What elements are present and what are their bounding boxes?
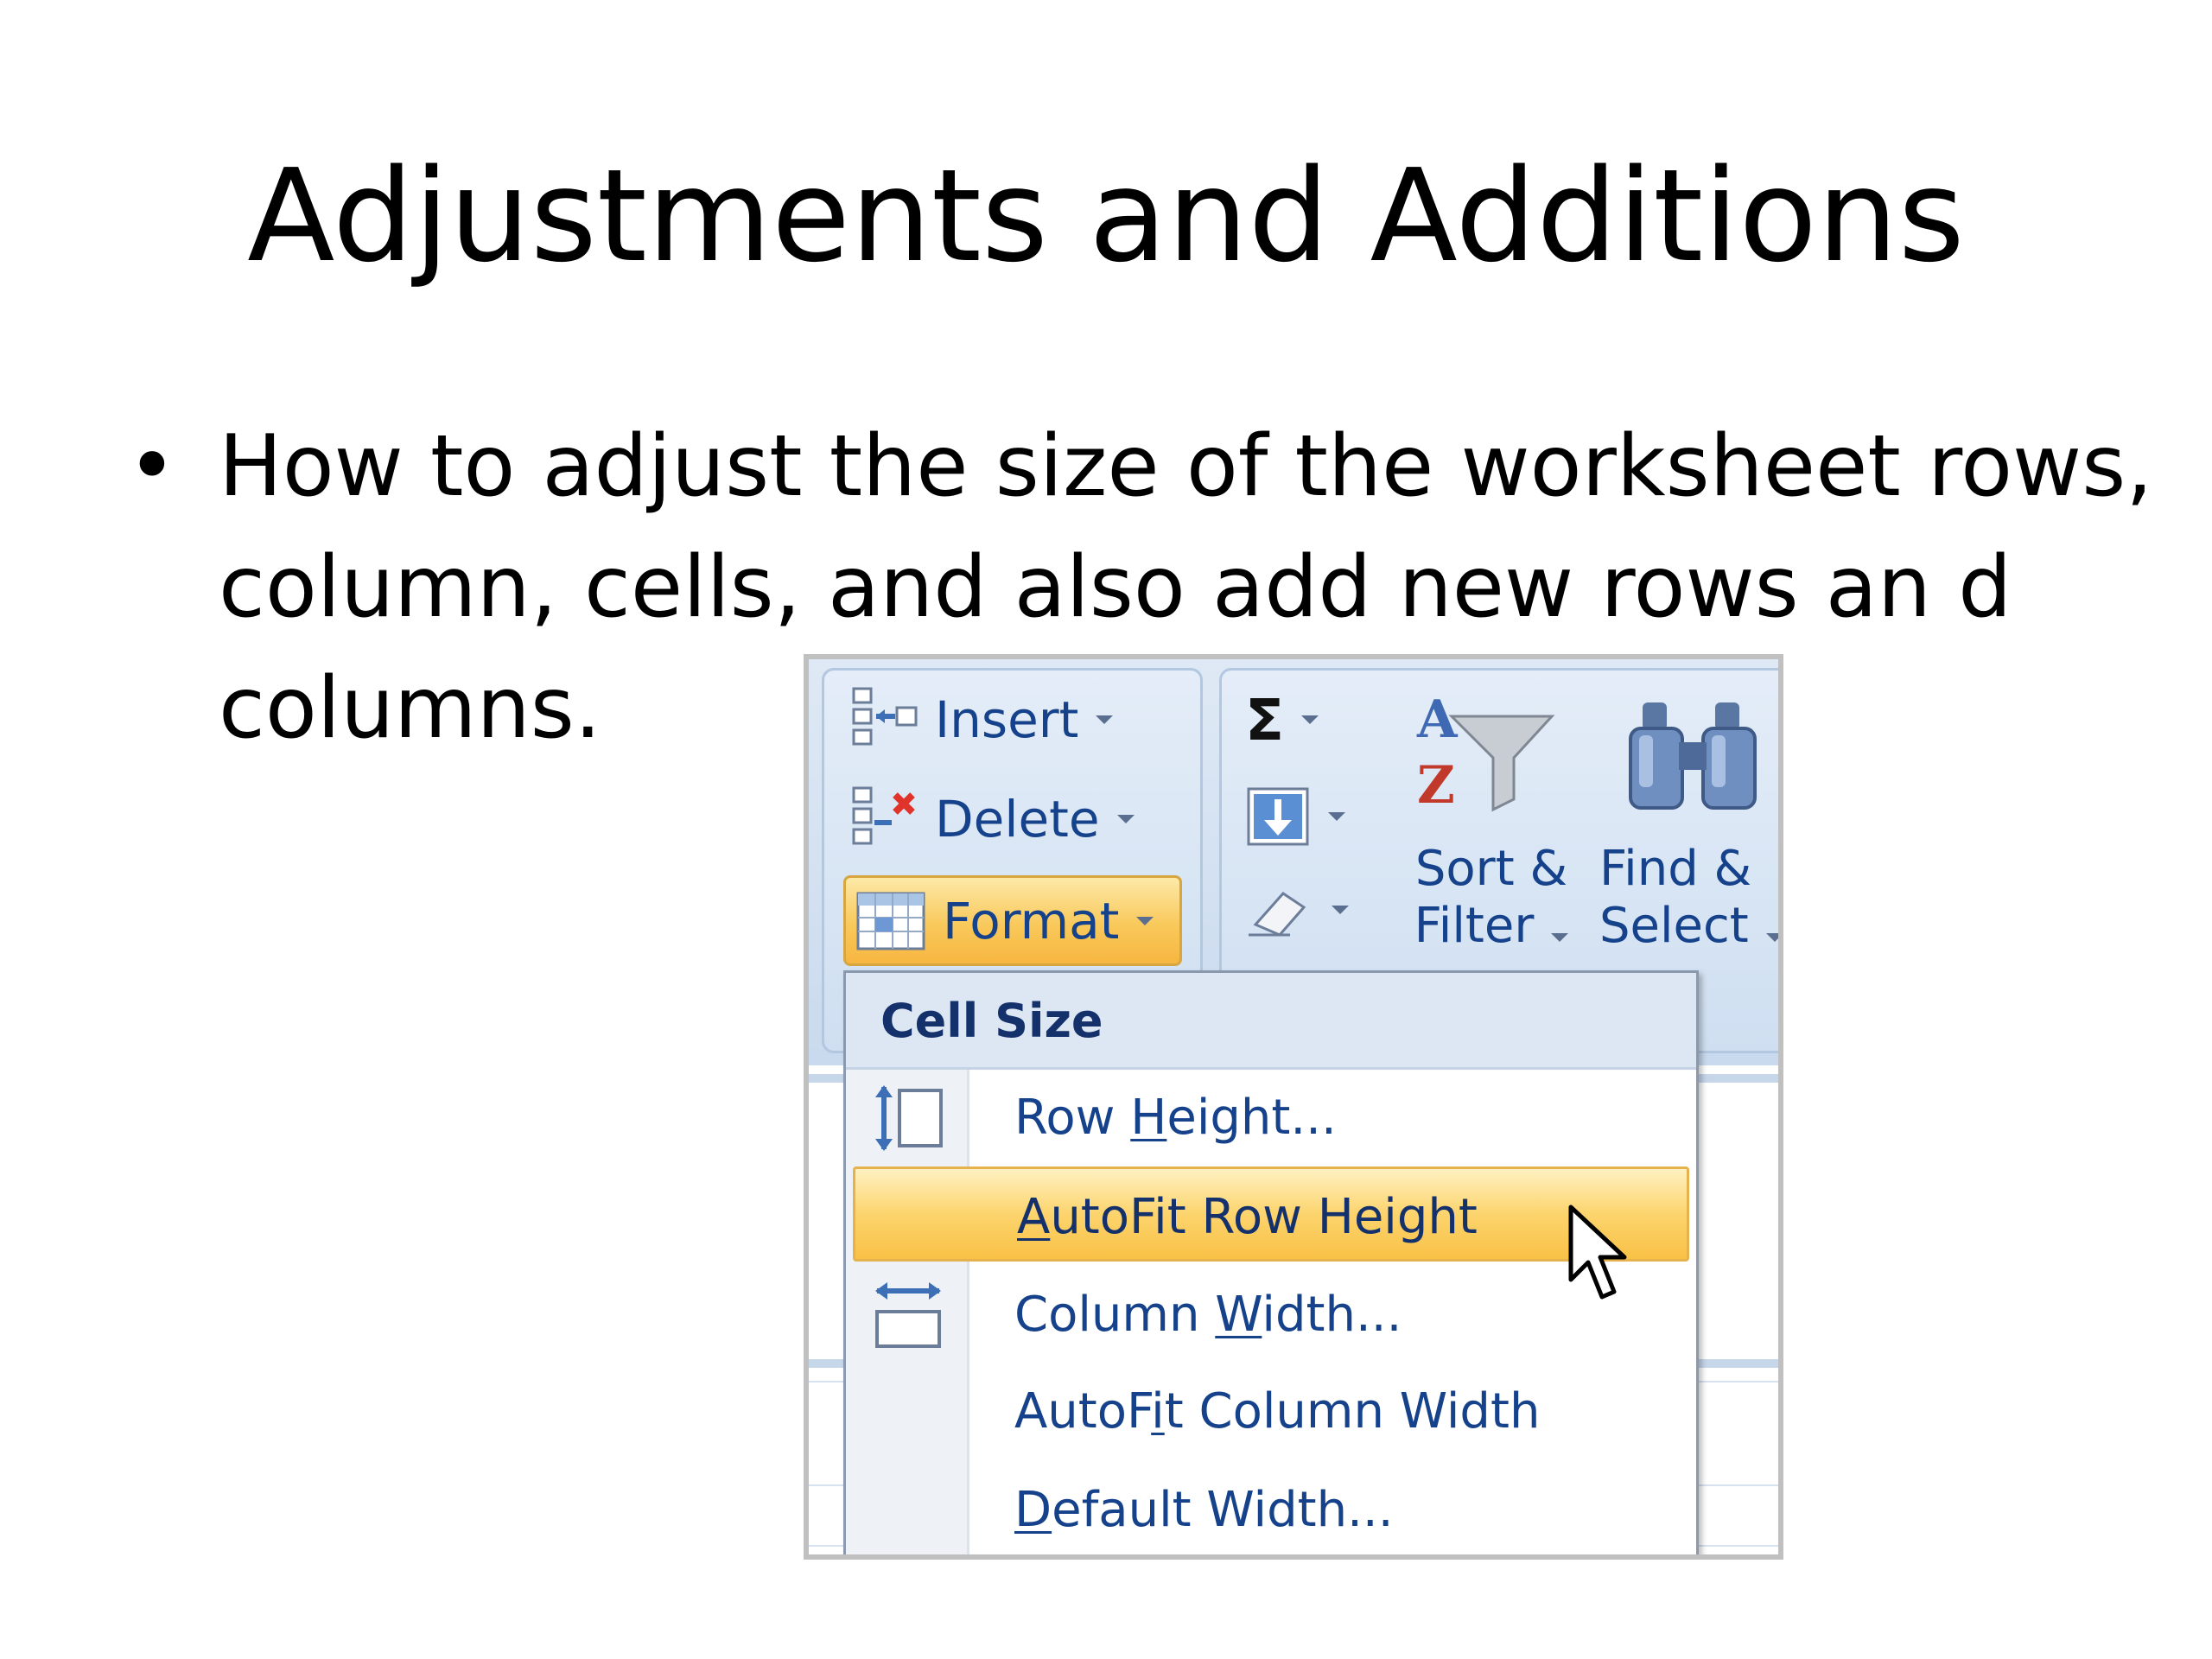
menu-item-label: AutoFit Column Width bbox=[1014, 1383, 1541, 1440]
bullet-line-1: How to adjust the size of the worksheet … bbox=[219, 417, 2153, 516]
chevron-down-icon bbox=[1096, 715, 1114, 724]
insert-label: Insert bbox=[935, 690, 1079, 749]
format-label: Format bbox=[943, 891, 1120, 950]
eraser-icon bbox=[1249, 892, 1306, 937]
svg-text:Z: Z bbox=[1417, 755, 1455, 815]
delete-button[interactable]: Delete bbox=[850, 776, 1135, 862]
delete-label: Delete bbox=[935, 790, 1100, 849]
menu-section-header: Cell Size bbox=[846, 973, 1696, 1070]
chevron-down-icon bbox=[1301, 715, 1319, 724]
insert-button[interactable]: Insert bbox=[850, 677, 1114, 763]
format-cells-icon bbox=[856, 892, 925, 950]
menu-item-default-width[interactable]: Default Width... bbox=[846, 1462, 1696, 1554]
binoculars-icon bbox=[1629, 702, 1757, 810]
format-button[interactable]: Format bbox=[843, 875, 1182, 966]
slide-title: Adjustments and Additions bbox=[247, 142, 1965, 290]
chevron-down-icon bbox=[1136, 916, 1154, 925]
row-height-icon bbox=[875, 1085, 943, 1151]
menu-item-label: Column Width... bbox=[1014, 1287, 1402, 1343]
menu-item-label: Row Height... bbox=[1014, 1090, 1337, 1146]
bullet-line-2: column, cells, and also add new rows an … bbox=[219, 538, 2012, 637]
sort-filter-label-line1: Sort & bbox=[1414, 841, 1568, 897]
find-select-label-line1: Find & bbox=[1599, 841, 1752, 897]
sort-filter-label-line2: Filter bbox=[1414, 898, 1535, 954]
menu-item-label: AutoFit Row Height bbox=[1017, 1189, 1478, 1245]
svg-text:A: A bbox=[1416, 690, 1459, 750]
menu-item-label: Default Width... bbox=[1014, 1482, 1394, 1538]
autosum-button[interactable]: Σ bbox=[1245, 677, 1319, 763]
menu-item-row-height[interactable]: Row Height... bbox=[846, 1070, 1696, 1166]
menu-item-autofit-column-width[interactable]: AutoFit Column Width bbox=[846, 1363, 1696, 1460]
fill-down-icon bbox=[1247, 787, 1309, 846]
chevron-down-icon bbox=[1765, 933, 1778, 942]
column-width-icon bbox=[875, 1282, 941, 1348]
chevron-down-icon bbox=[1551, 933, 1569, 942]
delete-cells-icon bbox=[852, 786, 915, 845]
excel-ribbon-screenshot: Insert Delete Format Σ A Z Sort & Filter… bbox=[804, 654, 1783, 1560]
bullet-symbol: • bbox=[127, 417, 177, 516]
insert-cells-icon bbox=[852, 687, 918, 746]
chevron-down-icon bbox=[1332, 906, 1349, 914]
find-select-label-line2: Select bbox=[1599, 898, 1749, 954]
sum-icon: Σ bbox=[1245, 686, 1285, 753]
chevron-down-icon bbox=[1116, 815, 1135, 823]
mouse-cursor-icon bbox=[1568, 1205, 1627, 1300]
menu-item-autofit-row-height[interactable]: AutoFit Row Height bbox=[853, 1166, 1689, 1262]
sort-filter-icon: A Z bbox=[1416, 690, 1555, 815]
clear-button[interactable] bbox=[1245, 867, 1349, 953]
fill-button[interactable] bbox=[1245, 773, 1345, 860]
chevron-down-icon bbox=[1328, 812, 1345, 821]
